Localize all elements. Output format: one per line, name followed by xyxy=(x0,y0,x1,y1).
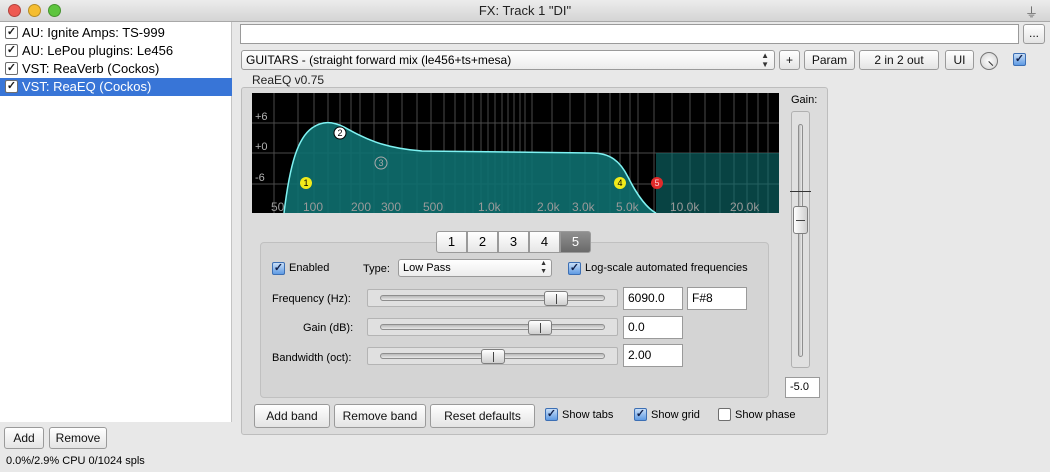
fx-chain-item[interactable]: ✓ VST: ReaVerb (Cockos) xyxy=(0,60,232,78)
dropdown-arrows-icon: ▲ ▼ xyxy=(540,260,547,275)
show-phase-label: Show phase xyxy=(735,409,796,421)
band-gain-label: Gain (dB): xyxy=(303,322,354,334)
freq-label: 10.0k xyxy=(670,200,700,213)
db-label: -6 xyxy=(255,172,265,184)
io-routing-button[interactable]: 2 in 2 out xyxy=(859,50,939,70)
band-gain-slider-thumb[interactable] xyxy=(527,320,552,335)
remove-band-button[interactable]: Remove band xyxy=(334,404,426,428)
band-handle-number: 1 xyxy=(303,178,308,188)
band-gain-value-field[interactable]: 0.0 xyxy=(623,316,683,339)
bandwidth-slider-thumb[interactable] xyxy=(480,349,505,364)
fx-item-label: VST: ReaEQ (Cockos) xyxy=(22,79,152,94)
show-grid-label: Show grid xyxy=(651,409,700,421)
gain-slider-thumb[interactable] xyxy=(793,206,808,234)
freq-label: 3.0k xyxy=(572,200,596,213)
freq-label: 200 xyxy=(351,200,371,213)
band-tab-3[interactable]: 3 xyxy=(498,231,529,253)
fx-enabled-checkbox[interactable]: ✓ xyxy=(5,62,18,75)
reset-defaults-button[interactable]: Reset defaults xyxy=(430,404,535,428)
fx-enabled-checkbox[interactable]: ✓ xyxy=(5,44,18,57)
fx-item-label: AU: LePou plugins: Le456 xyxy=(22,43,174,58)
bypass-checkbox[interactable]: ✓ xyxy=(1013,53,1026,66)
band-tab-5[interactable]: 5 xyxy=(560,231,591,253)
freq-label: 20.0k xyxy=(730,200,760,213)
freq-label: 50 xyxy=(271,200,285,213)
bandwidth-value-field[interactable]: 2.00 xyxy=(623,344,683,367)
bandwidth-label: Bandwidth (oct): xyxy=(272,352,352,364)
band-handle-number: 2 xyxy=(337,128,342,138)
plugin-name: ReaEQ v0.75 xyxy=(252,73,325,87)
band-type-label: Type: xyxy=(363,263,390,275)
dropdown-arrows-icon: ▲ ▼ xyxy=(761,51,769,69)
cpu-status: 0.0%/2.9% CPU 0/1024 spls xyxy=(6,455,145,467)
preset-dropdown[interactable]: GUITARS - (straight forward mix (le456+t… xyxy=(241,50,775,70)
preset-name: GUITARS - (straight forward mix (le456+t… xyxy=(246,53,512,67)
band-tab-1[interactable]: 1 xyxy=(436,231,467,253)
frequency-slider-track xyxy=(380,295,605,301)
fx-item-label: AU: Ignite Amps: TS-999 xyxy=(22,25,165,40)
band-type-value: Low Pass xyxy=(403,262,451,274)
gain-value-field[interactable]: -5.0 xyxy=(785,377,820,398)
window-title: FX: Track 1 "DI" xyxy=(478,3,572,18)
title-bar: FX: Track 1 "DI" ⏚ xyxy=(0,0,1050,22)
wet-knob-icon[interactable] xyxy=(980,52,998,70)
pin-icon[interactable]: ⏚ xyxy=(1025,2,1038,21)
show-grid-checkbox[interactable]: ✓ xyxy=(634,408,647,421)
param-button[interactable]: Param xyxy=(804,50,855,70)
band-gain-slider[interactable] xyxy=(367,318,618,336)
gain-slider-track xyxy=(798,124,803,357)
eq-graph[interactable]: +6 +0 -6 50 100 200 300 500 1.0k 2.0k 3.… xyxy=(252,93,779,213)
show-tabs-label: Show tabs xyxy=(562,409,614,421)
log-scale-checkbox[interactable]: ✓ xyxy=(568,262,581,275)
add-preset-button[interactable]: + xyxy=(779,50,800,70)
freq-label: 5.0k xyxy=(616,200,640,213)
frequency-value-field[interactable]: 6090.0 xyxy=(623,287,683,310)
remove-fx-button[interactable]: Remove xyxy=(49,427,107,449)
db-label: +0 xyxy=(255,141,268,153)
band-gain-slider-track xyxy=(380,324,605,330)
band-handle-number: 4 xyxy=(617,178,622,188)
frequency-slider-thumb[interactable] xyxy=(543,291,568,306)
fx-chain-list[interactable]: ✓ AU: Ignite Amps: TS-999 ✓ AU: LePou pl… xyxy=(0,22,232,422)
add-band-button[interactable]: Add band xyxy=(254,404,330,428)
show-phase-checkbox[interactable] xyxy=(718,408,731,421)
freq-label: 500 xyxy=(423,200,443,213)
fx-name-field[interactable] xyxy=(240,24,1019,44)
frequency-slider[interactable] xyxy=(367,289,618,307)
band-enabled-label: Enabled xyxy=(289,262,330,274)
fx-enabled-checkbox[interactable]: ✓ xyxy=(5,26,18,39)
freq-label: 300 xyxy=(381,200,401,213)
gain-zero-mark xyxy=(790,191,811,192)
band-type-dropdown[interactable]: Low Pass ▲ ▼ xyxy=(398,259,552,277)
fx-chain-item-selected[interactable]: ✓ VST: ReaEQ (Cockos) xyxy=(0,78,232,96)
add-fx-button[interactable]: Add xyxy=(4,427,44,449)
ui-button[interactable]: UI xyxy=(945,50,974,70)
fx-chain-item[interactable]: ✓ AU: LePou plugins: Le456 xyxy=(0,42,232,60)
freq-label: 2.0k xyxy=(537,200,561,213)
band-handle-number: 5 xyxy=(654,178,659,188)
freq-label: 1.0k xyxy=(478,200,502,213)
show-tabs-checkbox[interactable]: ✓ xyxy=(545,408,558,421)
browse-button[interactable]: ... xyxy=(1023,24,1045,44)
log-scale-label: Log-scale automated frequencies xyxy=(585,262,748,274)
frequency-label: Frequency (Hz): xyxy=(272,293,351,305)
band-tab-2[interactable]: 2 xyxy=(467,231,498,253)
freq-label: 100 xyxy=(303,200,323,213)
bandwidth-slider[interactable] xyxy=(367,347,618,365)
fx-chain-item[interactable]: ✓ AU: Ignite Amps: TS-999 xyxy=(0,24,232,42)
band-tab-4[interactable]: 4 xyxy=(529,231,560,253)
db-label: +6 xyxy=(255,111,268,123)
frequency-note-field[interactable]: F#8 xyxy=(687,287,747,310)
band-handle-number: 3 xyxy=(378,158,383,168)
gain-slider[interactable] xyxy=(790,111,811,368)
fx-enabled-checkbox[interactable]: ✓ xyxy=(5,80,18,93)
fx-item-label: VST: ReaVerb (Cockos) xyxy=(22,61,160,76)
band-enabled-checkbox[interactable]: ✓ xyxy=(272,262,285,275)
gain-label: Gain: xyxy=(791,94,818,106)
